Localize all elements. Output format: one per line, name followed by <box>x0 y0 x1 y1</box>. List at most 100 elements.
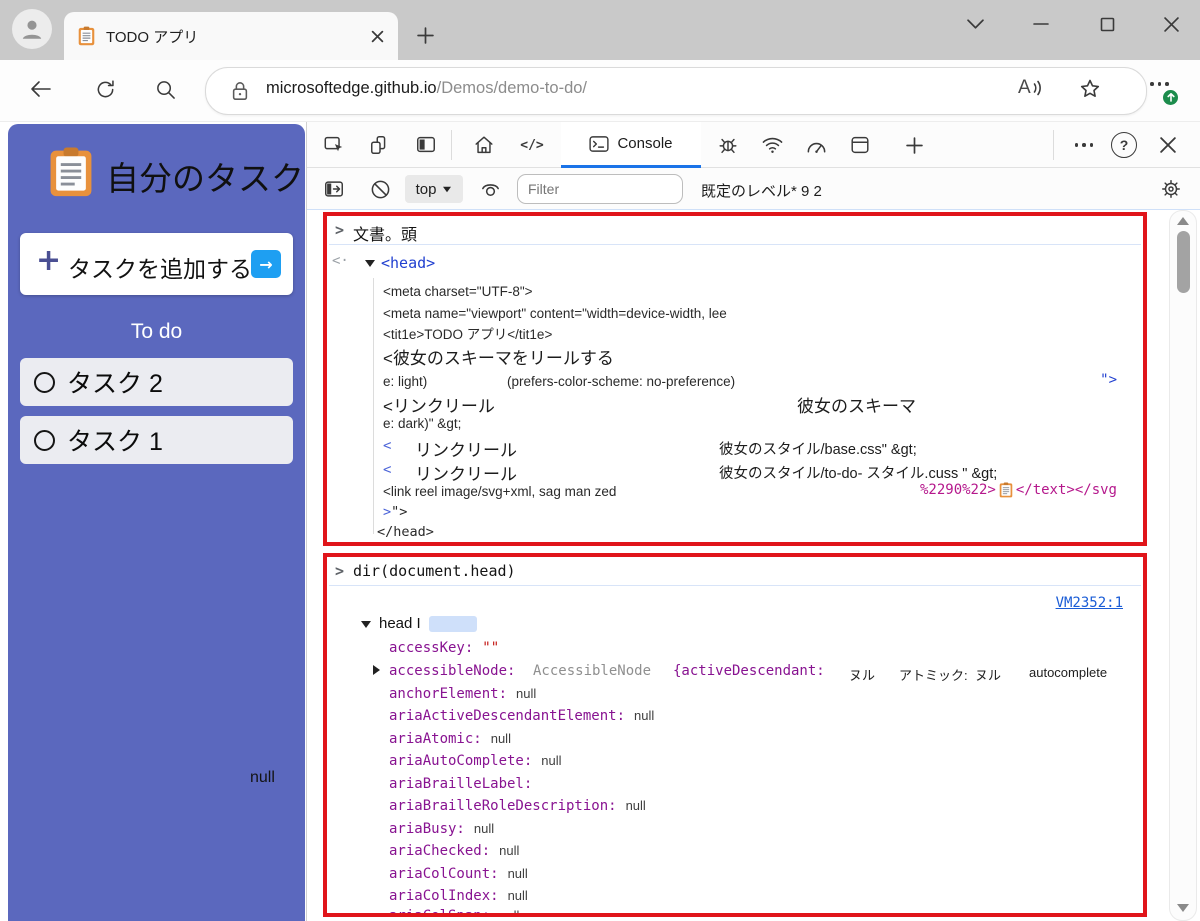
object-property: ariaColSpan:null <box>389 908 519 917</box>
object-property: ariaBusy:null <box>389 821 494 837</box>
task-item[interactable]: タスク 1 <box>20 416 293 464</box>
javascript-context-dropdown[interactable]: top <box>405 175 463 203</box>
search-icon[interactable] <box>150 74 180 104</box>
dom-line: e: light) <box>383 374 427 389</box>
object-preview-key: アトミック: <box>899 665 968 684</box>
object-property: ariaBrailleLabel: <box>389 776 541 792</box>
refresh-button[interactable] <box>90 74 120 104</box>
object-property: ariaColIndex:null <box>389 888 528 904</box>
todo-app-panel: 自分のタスク + タスクを追加する → To do タスク 2 タスク 1 nu… <box>8 124 305 921</box>
console-command: 文書。頭 <box>353 221 417 245</box>
browser-titlebar: TODO アプリ <box>0 0 1200 60</box>
object-preview-value: ヌル <box>975 665 1001 684</box>
devtools-panel: </> Console <box>306 122 1200 921</box>
add-task-label: タスクを追加する <box>68 250 252 284</box>
object-preview-key: autocomplete <box>1029 665 1107 680</box>
dom-line: < <box>383 438 391 454</box>
console-terminal-icon <box>589 136 609 152</box>
object-preview-value: ヌル <box>849 665 875 684</box>
browser-address-row: microsoftedge.github.io/Demos/demo-to-do… <box>0 60 1200 122</box>
dom-line: 彼女のスタイル/to-do- スタイル.cuss " &gt; <box>719 462 997 483</box>
application-storage-icon[interactable] <box>845 130 875 160</box>
inspect-element-icon[interactable] <box>319 130 349 160</box>
device-emulation-icon[interactable] <box>365 130 395 160</box>
dom-line-svg-favicon: %2290%22> </text></svg <box>920 482 1117 498</box>
annotation-box-head-element: > 文書。頭 <· <head> <meta charset="UTF-8"> … <box>323 212 1147 546</box>
task-checkbox[interactable] <box>34 430 55 451</box>
object-header[interactable]: head I <box>379 615 421 632</box>
devtools-tabs-row: </> Console <box>307 122 1200 168</box>
more-tools-add-icon[interactable] <box>899 130 929 160</box>
address-bar[interactable]: microsoftedge.github.io/Demos/demo-to-do… <box>205 67 1147 115</box>
url-text[interactable]: microsoftedge.github.io/Demos/demo-to-do… <box>266 79 587 98</box>
tab-console[interactable]: Console <box>561 122 701 168</box>
dom-line: 彼女のスタイル/base.css" &gt; <box>719 438 917 459</box>
read-aloud-button[interactable]: A <box>1018 77 1043 99</box>
object-class-name: AccessibleNode <box>533 663 651 679</box>
clipboard-icon <box>999 482 1013 498</box>
object-property: anchorElement:null <box>389 686 536 702</box>
expand-triangle-icon[interactable] <box>361 621 371 628</box>
expand-triangle-icon[interactable] <box>373 665 380 675</box>
return-value-icon: <· <box>332 253 349 269</box>
minimize-button[interactable] <box>1026 9 1056 39</box>
scroll-down-arrow[interactable] <box>1177 904 1189 912</box>
clipboard-favicon <box>78 26 95 46</box>
lock-icon <box>230 80 250 102</box>
scrollbar-thumb[interactable] <box>1177 231 1190 293</box>
scroll-up-arrow[interactable] <box>1177 217 1189 225</box>
dom-line: "> <box>1100 372 1117 388</box>
dom-line: リンクリール <box>415 460 517 485</box>
browser-tab[interactable]: TODO アプリ <box>64 12 398 60</box>
new-tab-button[interactable] <box>410 20 440 50</box>
dom-line: <彼女のスキーマをリールする <box>383 344 614 369</box>
task-label: タスク 2 <box>67 364 163 400</box>
add-task-button[interactable]: + タスクを追加する → <box>20 233 293 295</box>
back-button[interactable] <box>26 74 56 104</box>
profile-avatar[interactable] <box>12 9 52 49</box>
welcome-home-icon[interactable] <box>469 130 499 160</box>
object-header-highlight <box>429 616 477 632</box>
tab-title: TODO アプリ <box>106 26 371 47</box>
settings-more-button[interactable] <box>1148 82 1171 86</box>
dom-line: リンクリール <box>415 436 517 461</box>
console-row-separator <box>329 244 1141 245</box>
toolbar-separator <box>1053 130 1054 160</box>
console-command: dir(document.head) <box>353 562 516 580</box>
dom-line: <リンクリール <box>383 392 495 417</box>
debugger-bug-icon[interactable] <box>713 130 743 160</box>
head-open-tag: <head> <box>381 254 435 272</box>
task-checkbox[interactable] <box>34 372 55 393</box>
object-property: ariaAtomic:null <box>389 731 511 747</box>
console-scrollbar[interactable] <box>1169 210 1197 921</box>
maximize-button[interactable] <box>1092 9 1122 39</box>
console-settings-gear-icon[interactable] <box>1156 174 1186 204</box>
submit-task-arrow-button[interactable]: → <box>251 250 281 278</box>
devtools-more-options-icon[interactable] <box>1069 130 1099 160</box>
elements-code-icon[interactable]: </> <box>517 130 547 160</box>
devtools-close-icon[interactable] <box>1153 130 1183 160</box>
network-wifi-icon[interactable] <box>757 130 787 160</box>
clear-console-icon[interactable] <box>365 174 395 204</box>
tab-actions-chevron[interactable] <box>960 9 990 39</box>
activity-bar-layout-icon[interactable] <box>411 130 441 160</box>
expand-triangle-icon[interactable] <box>365 260 375 267</box>
object-property: ariaColCount:null <box>389 866 528 882</box>
console-tab-label: Console <box>617 135 672 152</box>
dom-line: <tit1e>TODO アプリ</tit1e> <box>383 323 552 343</box>
live-expression-eye-icon[interactable] <box>475 174 505 204</box>
help-icon[interactable]: ? <box>1109 130 1139 160</box>
dom-line: >"> <box>383 504 407 520</box>
favorites-star-button[interactable] <box>1078 77 1102 101</box>
object-property: accessKey: "" <box>389 640 499 656</box>
log-levels-dropdown[interactable]: 既定のレベル* 9 2 <box>701 180 822 201</box>
performance-gauge-icon[interactable] <box>801 130 831 160</box>
tab-close-icon[interactable] <box>371 30 384 43</box>
dom-line: <link reel image/svg+xml, sag man zed <box>383 484 616 499</box>
source-location-link[interactable]: VM2352:1 <box>1056 595 1123 611</box>
task-item[interactable]: タスク 2 <box>20 358 293 406</box>
window-close-button[interactable] <box>1156 9 1186 39</box>
console-sidebar-toggle-icon[interactable] <box>319 174 349 204</box>
task-label: タスク 1 <box>67 422 163 458</box>
console-filter-input[interactable] <box>517 174 683 204</box>
